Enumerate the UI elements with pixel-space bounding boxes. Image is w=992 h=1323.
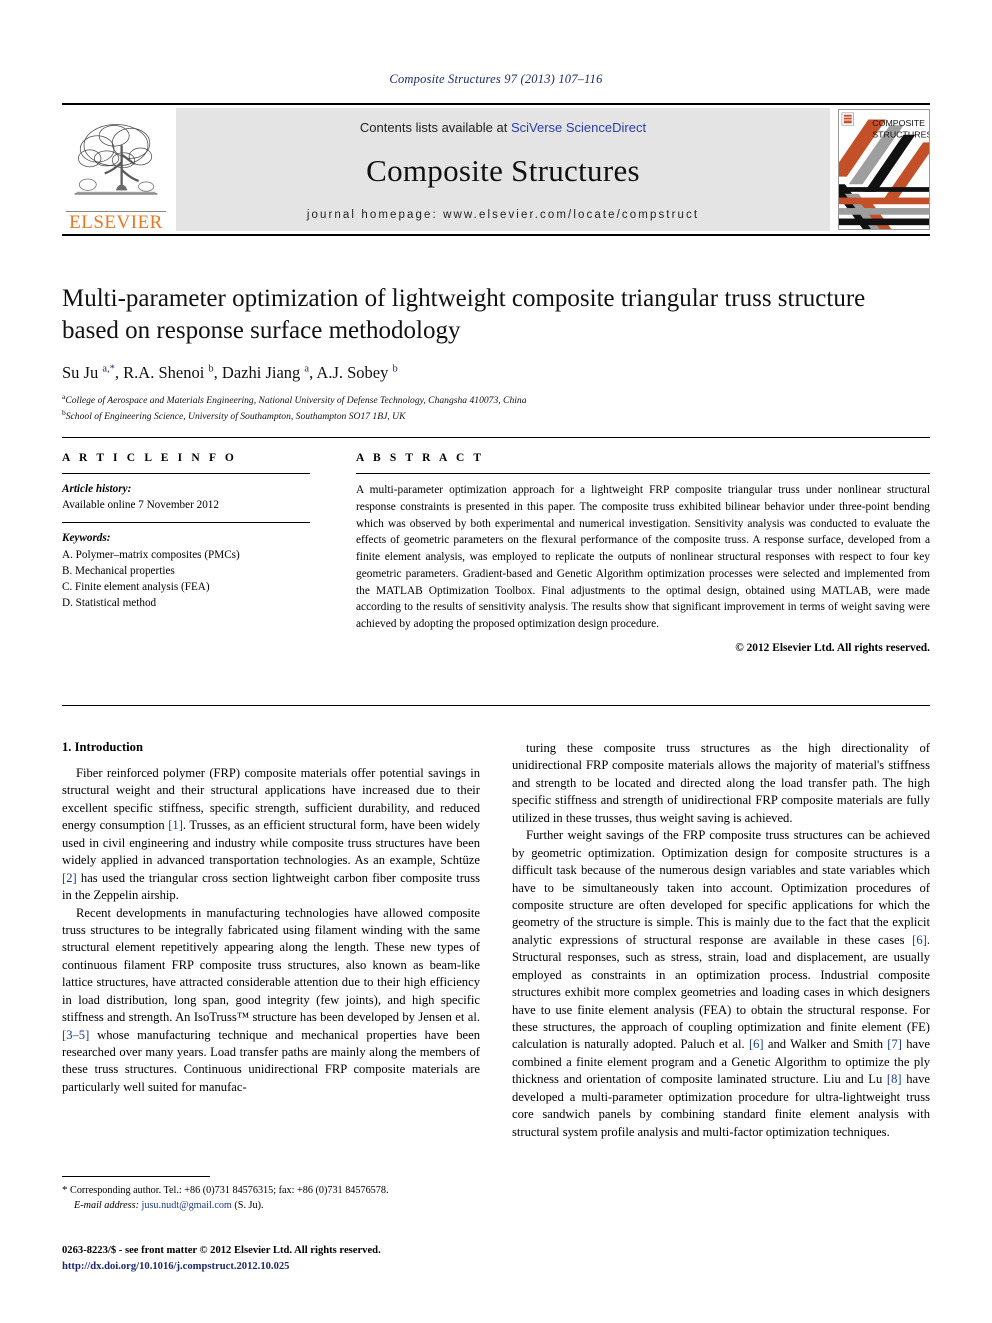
article-page: Composite Structures 97 (2013) 107–116 E… <box>0 0 992 1323</box>
right-column-paragraphs: turing these composite truss structures … <box>512 740 930 1141</box>
body-column-gap <box>480 740 512 1141</box>
section-title-introduction: 1. Introduction <box>62 740 143 754</box>
paragraph-text: whose manufacturing technique and mechan… <box>62 1027 480 1094</box>
footnote-divider <box>62 1176 210 1177</box>
paragraph-text: has used the triangular cross section li… <box>62 870 480 903</box>
keyword-item: C. Finite element analysis (FEA) <box>62 581 210 594</box>
left-column-paragraphs: Fiber reinforced polymer (FRP) composite… <box>62 765 480 1096</box>
citation-link[interactable]: [8] <box>887 1072 902 1086</box>
body-column-right: turing these composite truss structures … <box>512 740 930 1141</box>
svg-text:COMPOSITE: COMPOSITE <box>872 118 925 128</box>
corresponding-author-text: Corresponding author. Tel.: +86 (0)731 8… <box>70 1185 389 1196</box>
keyword-item: D. Statistical method <box>62 597 157 610</box>
paragraph-text: . Structural responses, such as stress, … <box>512 932 930 1052</box>
divider-abstract-bottom <box>62 705 930 706</box>
elsevier-wordmark: ELSEVIER <box>66 211 166 232</box>
journal-title: Composite Structures <box>366 153 640 188</box>
sciencedirect-link[interactable]: SciVerse ScienceDirect <box>511 120 646 135</box>
contents-available-line: Contents lists available at SciVerse Sci… <box>360 120 646 135</box>
contents-prefix: Contents lists available at <box>359 120 511 135</box>
journal-banner: Contents lists available at SciVerse Sci… <box>176 108 830 231</box>
corresponding-author-note: * Corresponding author. Tel.: +86 (0)731… <box>62 1183 480 1199</box>
citation-link[interactable]: [3–5] <box>62 1028 89 1042</box>
article-info-column: A R T I C L E I N F O Article history: A… <box>62 452 334 654</box>
body-paragraph: Fiber reinforced polymer (FRP) composite… <box>62 765 480 905</box>
citation-link[interactable]: [1] <box>168 818 183 832</box>
body-paragraph: Recent developments in manufacturing tec… <box>62 905 480 1097</box>
article-history-label: Article history: <box>62 483 132 495</box>
keyword-item: A. Polymer–matrix composites (PMCs) <box>62 548 240 561</box>
abstract-copyright: © 2012 Elsevier Ltd. All rights reserved… <box>735 641 930 654</box>
cover-artwork: COMPOSITE STRUCTURES <box>839 110 929 229</box>
citation-link[interactable]: [2] <box>62 871 77 885</box>
citation-link[interactable]: [6] <box>912 933 927 947</box>
paragraph-text: turing these composite truss structures … <box>512 741 930 825</box>
email-link[interactable]: jusu.nudt@gmail.com <box>142 1200 232 1211</box>
email-label: E-mail address: <box>74 1199 139 1211</box>
email-suffix: (S. Ju). <box>234 1199 264 1211</box>
doi-link[interactable]: http://dx.doi.org/10.1016/j.compstruct.2… <box>62 1259 562 1275</box>
footnote-area: * Corresponding author. Tel.: +86 (0)731… <box>62 1176 480 1214</box>
abstract-heading: A B S T R A C T <box>356 452 485 464</box>
elsevier-tree-icon <box>74 124 158 195</box>
issn-copyright-line: 0263-8223/$ - see front matter © 2012 El… <box>62 1245 381 1256</box>
affiliation-a: aCollege of Aerospace and Materials Engi… <box>62 392 527 407</box>
paragraph-text: and Walker and Smith <box>763 1037 888 1052</box>
body-paragraph: turing these composite truss structures … <box>512 740 930 827</box>
abstract-column: A B S T R A C T A multi-parameter optimi… <box>356 452 930 654</box>
paragraph-text: Recent developments in manufacturing tec… <box>62 905 480 1025</box>
journal-homepage-link[interactable]: journal homepage: www.elsevier.com/locat… <box>307 209 699 221</box>
article-history: Article history: Available online 7 Nove… <box>62 474 334 513</box>
keywords-label: Keywords: <box>62 532 111 545</box>
imprint-block: 0263-8223/$ - see front matter © 2012 El… <box>62 1243 562 1275</box>
affiliation-b: bSchool of Engineering Science, Universi… <box>62 407 406 422</box>
body-column-left: 1. Introduction Fiber reinforced polymer… <box>62 740 480 1141</box>
article-history-value: Available online 7 November 2012 <box>62 499 219 512</box>
column-gap <box>334 452 356 654</box>
citation-link[interactable]: [7] <box>887 1037 902 1051</box>
body-paragraph: Further weight savings of the FRP compos… <box>512 827 930 1141</box>
journal-cover-thumbnail: COMPOSITE STRUCTURES <box>838 109 930 230</box>
info-abstract-block: A R T I C L E I N F O Article history: A… <box>62 452 930 654</box>
author-list: Su Ju a,*, R.A. Shenoi b, Dazhi Jiang a,… <box>62 363 398 382</box>
email-note: E-mail address: jusu.nudt@gmail.com (S. … <box>62 1199 480 1214</box>
article-info-heading: A R T I C L E I N F O <box>62 452 237 464</box>
abstract-text: A multi-parameter optimization approach … <box>356 484 930 631</box>
journal-masthead: ELSEVIER Contents lists available at Sci… <box>62 103 930 236</box>
keywords-block: Keywords: A. Polymer–matrix composites (… <box>62 523 334 611</box>
keyword-item: B. Mechanical properties <box>62 564 175 577</box>
running-head: Composite Structures 97 (2013) 107–116 <box>389 72 603 86</box>
body-columns: 1. Introduction Fiber reinforced polymer… <box>62 740 930 1141</box>
corresponding-author-marker: * <box>62 1184 68 1196</box>
svg-text:STRUCTURES: STRUCTURES <box>872 130 929 140</box>
divider-authors <box>62 437 930 438</box>
elsevier-logo: ELSEVIER <box>62 105 170 234</box>
article-title: Multi-parameter optimization of lightwei… <box>62 285 866 344</box>
paragraph-text: Further weight savings of the FRP compos… <box>512 828 930 947</box>
affiliation-list: aCollege of Aerospace and Materials Engi… <box>62 392 892 424</box>
citation-link[interactable]: [6] <box>749 1037 764 1051</box>
